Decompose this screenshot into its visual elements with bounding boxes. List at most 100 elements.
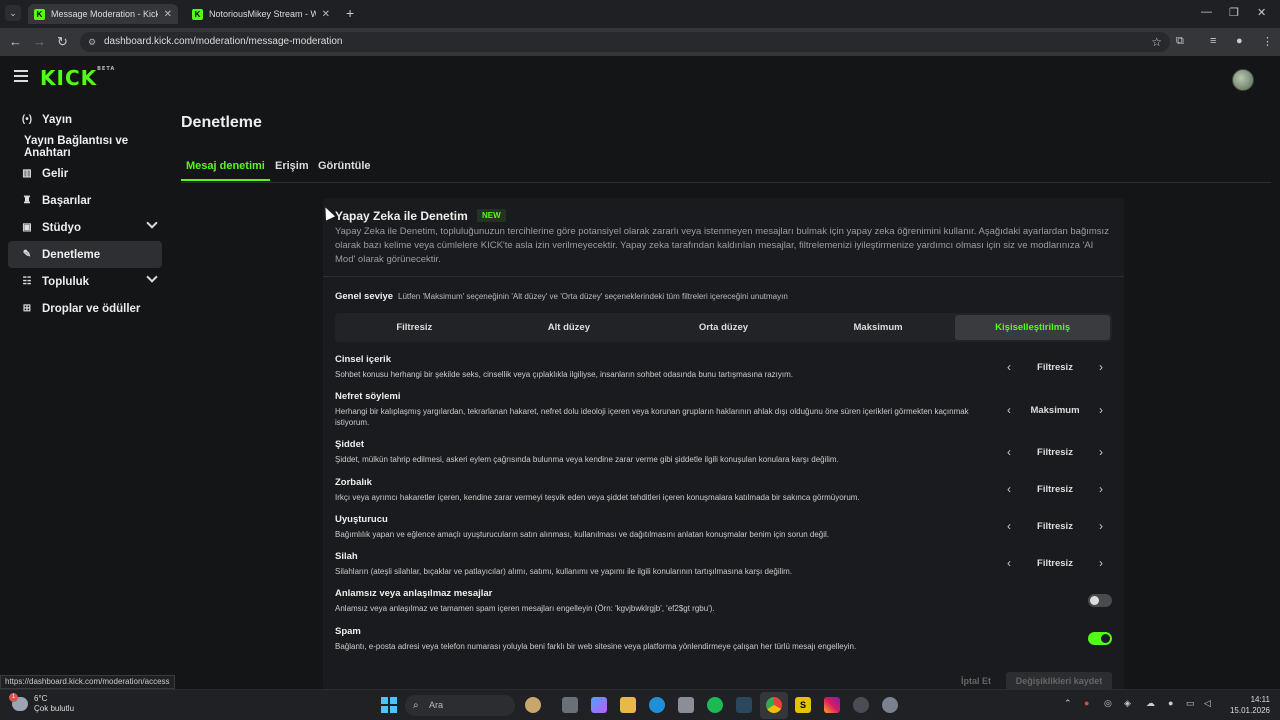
level-unfiltered-button[interactable]: Filtresiz	[337, 315, 492, 340]
store-icon[interactable]	[678, 697, 694, 713]
reload-icon[interactable]: ↻	[57, 34, 68, 50]
menu-icon[interactable]: ⋮	[1262, 35, 1273, 48]
news-widget-icon[interactable]	[525, 697, 541, 713]
trophy-icon: ♜	[22, 195, 32, 206]
level-selector: Filtresiz Alt düzey Orta düzey Maksimum …	[335, 313, 1112, 342]
tray-app-icon[interactable]: ◈	[1124, 698, 1131, 709]
profile-icon[interactable]: ●	[1236, 35, 1243, 47]
system-clock[interactable]: 14:11 15.01.2026	[1226, 694, 1270, 716]
url-field[interactable]: ⚙ dashboard.kick.com/moderation/message-…	[80, 32, 1170, 52]
sidebar-item-gelir[interactable]: ▥ Gelir	[8, 160, 162, 187]
windows-start-icon[interactable]	[381, 697, 397, 713]
rule-description: Anlamsız veya anlaşılmaz ve tamamen spam…	[335, 604, 715, 613]
sidebar-item-droplar[interactable]: ⊞ Droplar ve ödüller	[8, 295, 162, 322]
tray-expand-icon[interactable]: ⌃	[1064, 698, 1072, 709]
chevron-right-icon[interactable]: ›	[1090, 400, 1112, 420]
save-changes-button[interactable]: Değişiklikleri kaydet	[1006, 672, 1112, 690]
sidebar-item-basarilar[interactable]: ♜ Başarılar	[8, 187, 162, 214]
chevron-right-icon[interactable]: ›	[1090, 442, 1112, 462]
forward-icon[interactable]: →	[33, 34, 46, 49]
user-avatar[interactable]	[1232, 69, 1254, 91]
close-tab-icon[interactable]: ✕	[164, 9, 172, 20]
rule-spam: Spam Bağlantı, e-posta adresi veya telef…	[335, 626, 1112, 652]
chevron-right-icon[interactable]: ›	[1090, 357, 1112, 377]
extensions-icon[interactable]: ⧉	[1176, 35, 1184, 48]
chevron-right-icon[interactable]: ›	[1090, 479, 1112, 499]
chevron-left-icon[interactable]: ‹	[998, 442, 1020, 462]
taskbar-search[interactable]: ⌕ Ara	[405, 695, 515, 716]
close-window-icon[interactable]: ✕	[1257, 6, 1266, 19]
tab-message-moderation[interactable]: Mesaj denetimi	[181, 160, 270, 181]
sidebar-item-yayin[interactable]: (•) Yayın	[8, 106, 162, 133]
level-stepper: ‹ Filtresiz ›	[998, 552, 1112, 574]
new-tab-button[interactable]: +	[346, 5, 354, 21]
sidebar-item-studyo[interactable]: ▣ Stüdyo	[8, 214, 162, 241]
spotify-icon[interactable]	[707, 697, 723, 713]
kick-logo[interactable]: KICKBETA	[40, 66, 115, 90]
media-controls-icon[interactable]: ≡	[1210, 35, 1216, 47]
openai-icon[interactable]	[853, 697, 869, 713]
search-placeholder: Ara	[429, 700, 444, 710]
sidebar-item-stream-key[interactable]: Yayın Bağlantısı ve Anahtarı	[8, 133, 162, 160]
gibberish-toggle[interactable]	[1088, 594, 1112, 607]
tab-display[interactable]: Görüntüle	[318, 160, 371, 180]
chevron-left-icon[interactable]: ‹	[998, 479, 1020, 499]
site-info-icon[interactable]: ⚙	[88, 32, 96, 52]
level-maximum-button[interactable]: Maksimum	[801, 315, 956, 340]
file-explorer-icon[interactable]	[620, 697, 636, 713]
cancel-button[interactable]: İptal Et	[961, 676, 991, 686]
sidebar-item-topluluk[interactable]: ☷ Topluluk	[8, 268, 162, 295]
level-medium-button[interactable]: Orta düzey	[646, 315, 801, 340]
rule-title: Spam	[335, 626, 361, 637]
tray-app-icon[interactable]: ●	[1084, 698, 1089, 708]
kick-favicon-icon: K	[34, 8, 45, 20]
weather-desc: Çok bulutlu	[34, 704, 75, 713]
back-icon[interactable]: ←	[9, 34, 22, 49]
level-low-button[interactable]: Alt düzey	[492, 315, 647, 340]
microphone-icon[interactable]: ●	[1168, 698, 1173, 708]
steam-icon[interactable]	[736, 697, 752, 713]
minimize-icon[interactable]: —	[1201, 6, 1212, 18]
restore-icon[interactable]: ❐	[1229, 6, 1239, 19]
chevron-left-icon[interactable]: ‹	[998, 553, 1020, 573]
rule-description: Bağlantı, e-posta adresi veya telefon nu…	[335, 642, 857, 651]
hamburger-menu-icon[interactable]	[14, 70, 28, 85]
tab-search-button[interactable]: ⌄	[5, 5, 21, 21]
level-custom-button[interactable]: Kişiselleştirilmiş	[955, 315, 1110, 340]
edge-icon[interactable]	[649, 697, 665, 713]
rule-description: Silahların (ateşli silahlar, bıçaklar ve…	[335, 567, 793, 576]
tray-app-icon[interactable]: ◎	[1104, 698, 1112, 709]
instagram-icon[interactable]	[824, 697, 840, 713]
chevron-right-icon[interactable]: ›	[1090, 553, 1112, 573]
app-s-icon[interactable]: S	[795, 697, 811, 713]
tab-access[interactable]: Erişim	[275, 160, 309, 180]
chevron-left-icon[interactable]: ‹	[998, 400, 1020, 420]
volume-icon[interactable]: ◁	[1204, 698, 1211, 709]
sidebar-item-label: Başarılar	[42, 194, 92, 207]
rule-sexual-content: Cinsel içerik Sohbet konusu herhangi bir…	[335, 354, 1112, 380]
sidebar-item-denetleme[interactable]: ✎ Denetleme	[8, 241, 162, 268]
onedrive-icon[interactable]: ☁	[1146, 698, 1155, 709]
rule-bullying: Zorbalık Irkçı veya ayrımcı hakaretler i…	[335, 477, 1112, 503]
task-view-icon[interactable]	[562, 697, 578, 713]
logo-text: KICK	[40, 66, 98, 90]
copilot-icon[interactable]	[591, 697, 607, 713]
chevron-left-icon[interactable]: ‹	[998, 357, 1020, 377]
browser-tab-2[interactable]: K NotoriousMikey Stream - Watc ✕	[186, 4, 336, 24]
bookmark-star-icon[interactable]: ☆	[1151, 32, 1162, 52]
spam-toggle[interactable]	[1088, 632, 1112, 645]
search-icon: ⌕	[413, 700, 419, 711]
chevron-left-icon[interactable]: ‹	[998, 516, 1020, 536]
ai-description: Yapay Zeka ile Denetim, topluluğunuzun t…	[335, 226, 1109, 265]
network-icon[interactable]: ▭	[1186, 698, 1195, 709]
browser-tab-1[interactable]: K Message Moderation - Kick Da ✕	[28, 4, 178, 24]
chevron-down-icon[interactable]	[146, 271, 158, 283]
close-tab-icon[interactable]: ✕	[322, 9, 330, 20]
chrome-icon[interactable]	[766, 697, 782, 713]
chevron-down-icon[interactable]	[146, 217, 158, 229]
settings-icon[interactable]	[882, 697, 898, 713]
chevron-right-icon[interactable]: ›	[1090, 516, 1112, 536]
weather-widget[interactable]: 1 6°C Çok bulutlu	[9, 693, 75, 714]
cloud-icon: 1	[9, 693, 28, 711]
clock-date: 15.01.2026	[1229, 706, 1270, 715]
